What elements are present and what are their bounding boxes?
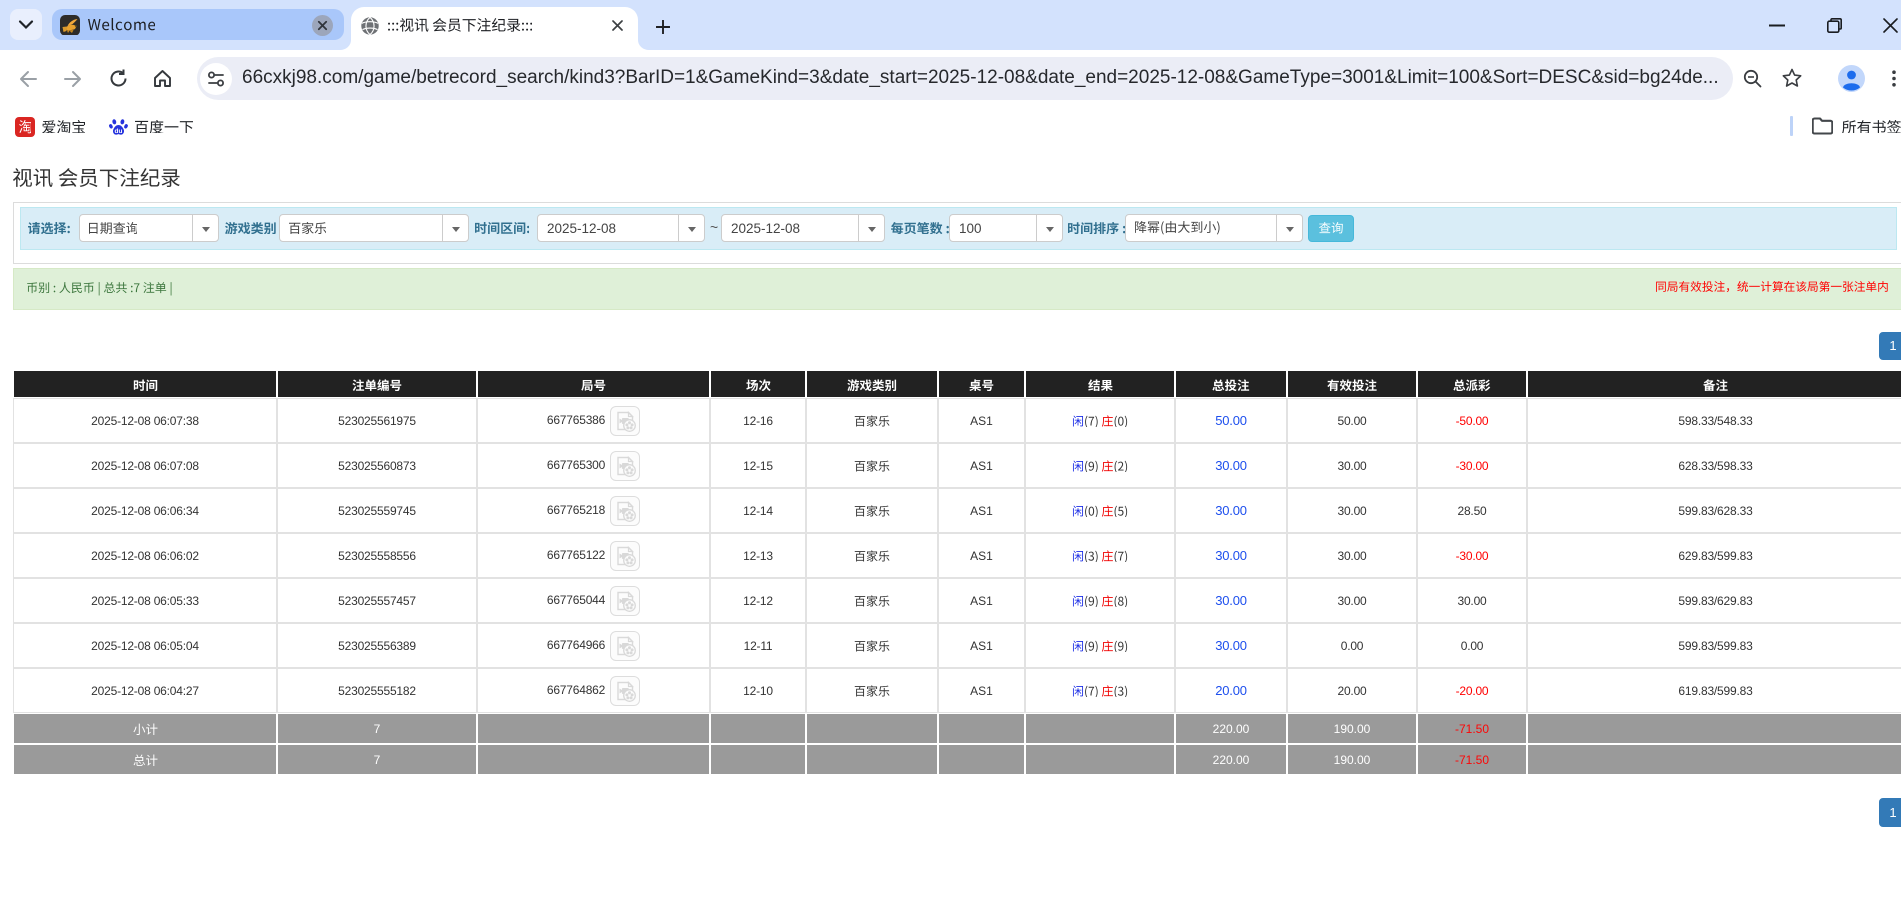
svg-text:du: du	[115, 128, 123, 135]
